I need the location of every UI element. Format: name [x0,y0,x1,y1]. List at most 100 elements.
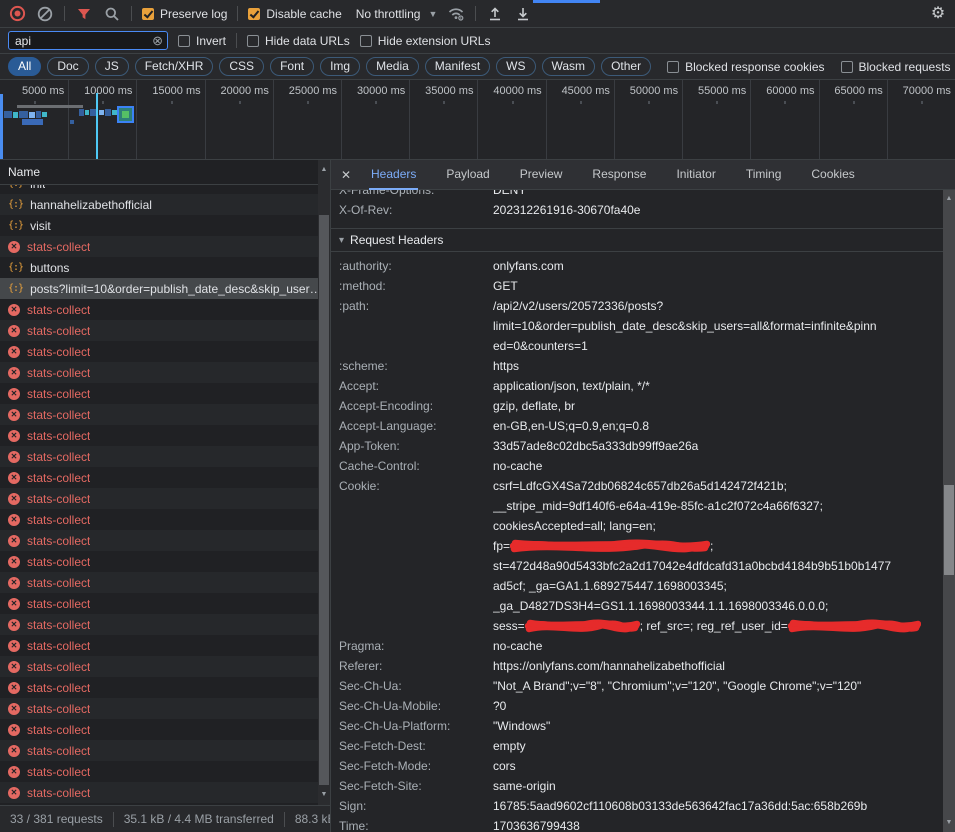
header-row: Referer:https://onlyfans.com/hannaheliza… [331,656,946,676]
tab-headers[interactable]: Headers [369,160,418,190]
request-name: stats-collect [27,723,90,737]
hide-extension-urls-checkbox[interactable] [360,35,372,47]
name-column-label: Name [8,165,40,179]
throttling-select[interactable]: No throttling ▼ [356,7,438,21]
blocked-requests-checkbox[interactable] [841,61,853,73]
request-name: buttons [30,261,69,275]
request-row[interactable]: ✕stats-collect [0,404,318,425]
scroll-up-icon[interactable]: ▲ [318,164,330,176]
settings-button[interactable]: ⚙ [929,5,947,23]
blocked-response-cookies-checkbox[interactable] [667,61,679,73]
request-row[interactable]: ✕stats-collect [0,341,318,362]
request-row[interactable]: ✕stats-collect [0,446,318,467]
request-name: stats-collect [27,639,90,653]
search-button[interactable] [103,5,121,23]
filter-chip-css[interactable]: CSS [219,57,264,76]
invert-checkbox[interactable] [178,35,190,47]
request-row[interactable]: ✕stats-collect [0,383,318,404]
export-har-button[interactable] [514,5,532,23]
request-row[interactable]: ✕stats-collect [0,530,318,551]
tab-timing[interactable]: Timing [744,160,784,190]
filter-chip-wasm[interactable]: Wasm [542,57,596,76]
section-title: Request Headers [350,233,443,247]
filter-chip-ws[interactable]: WS [496,57,535,76]
request-failed-icon: ✕ [8,493,20,505]
request-row[interactable]: ✕stats-collect [0,719,318,740]
request-row[interactable]: ✕stats-collect [0,656,318,677]
filter-chip-media[interactable]: Media [366,57,419,76]
filter-chip-img[interactable]: Img [320,57,360,76]
request-row[interactable]: {:}visit [0,215,318,236]
filter-chip-manifest[interactable]: Manifest [425,57,490,76]
tab-initiator[interactable]: Initiator [674,160,717,190]
name-column-header[interactable]: Name [0,160,330,185]
header-name: :authority: [331,256,493,276]
request-row[interactable]: ✕stats-collect [0,761,318,782]
hide-data-urls-checkbox[interactable] [247,35,259,47]
filter-chip-js[interactable]: JS [95,57,129,76]
disable-cache-checkbox[interactable] [248,8,260,20]
scroll-up-icon[interactable]: ▲ [943,193,955,205]
value-text: GET [493,279,518,293]
request-row[interactable]: {:}init [0,185,318,194]
timeline-gridline [273,80,274,159]
header-value-line: limit=10&order=publish_date_desc&skip_us… [493,316,946,336]
close-icon[interactable]: ✕ [331,168,361,182]
tab-cookies[interactable]: Cookies [809,160,856,190]
timeline-playhead[interactable] [96,93,98,160]
scroll-down-icon[interactable]: ▼ [943,817,955,829]
request-row[interactable]: ✕stats-collect [0,635,318,656]
tab-response[interactable]: Response [590,160,648,190]
preserve-log-checkbox[interactable] [142,8,154,20]
header-value: empty [493,736,946,756]
network-overview-timeline[interactable]: 5000 ms10000 ms15000 ms20000 ms25000 ms3… [0,80,955,160]
header-value-line: "Windows" [493,716,946,736]
filter-chip-other[interactable]: Other [601,57,651,76]
network-conditions-button[interactable] [447,5,465,23]
request-json-icon: {:} [8,185,23,189]
timeline-gridline [477,80,478,159]
filter-chip-fetch-xhr[interactable]: Fetch/XHR [135,57,214,76]
request-name: stats-collect [27,744,90,758]
timeline-minor-tick [239,101,241,104]
tab-preview[interactable]: Preview [518,160,565,190]
scroll-down-icon[interactable]: ▼ [318,789,330,801]
request-row[interactable]: {:}hannahelizabethofficial [0,194,318,215]
request-list-scrollbar[interactable]: ▲ ▼ [318,160,330,805]
clear-button[interactable] [36,5,54,23]
request-row[interactable]: ✕stats-collect [0,362,318,383]
value-text: cookiesAccepted=all; lang=en; [493,519,656,533]
record-button[interactable] [8,5,26,23]
tab-payload[interactable]: Payload [444,160,491,190]
request-row[interactable]: ✕stats-collect [0,698,318,719]
request-row[interactable]: ✕stats-collect [0,551,318,572]
request-row[interactable]: ✕stats-collect [0,740,318,761]
request-row[interactable]: ✕stats-collect [0,509,318,530]
request-row[interactable]: ✕stats-collect [0,467,318,488]
scrollbar-thumb[interactable] [319,215,329,785]
import-har-button[interactable] [486,5,504,23]
request-row[interactable]: ✕stats-collect [0,320,318,341]
filter-toggle-button[interactable] [75,5,93,23]
request-row[interactable]: ✕stats-collect [0,677,318,698]
request-name: stats-collect [27,534,90,548]
filter-chip-font[interactable]: Font [270,57,314,76]
request-row[interactable]: ✕stats-collect [0,488,318,509]
request-row[interactable]: {:}posts?limit=10&order=publish_date_des… [0,278,318,299]
upload-icon [487,5,503,22]
filter-input[interactable] [15,34,152,48]
request-row[interactable]: ✕stats-collect [0,425,318,446]
request-row[interactable]: {:}buttons [0,257,318,278]
filter-chip-all[interactable]: All [8,57,41,76]
scrollbar-thumb[interactable] [944,485,954,575]
request-row[interactable]: ✕stats-collect [0,572,318,593]
filter-chip-doc[interactable]: Doc [47,57,88,76]
details-scrollbar[interactable]: ▲ ▼ [943,190,955,832]
request-row[interactable]: ✕stats-collect [0,299,318,320]
clear-filter-icon[interactable]: ⊗ [152,34,163,47]
request-row[interactable]: ✕stats-collect [0,236,318,257]
request-row[interactable]: ✕stats-collect [0,782,318,803]
request-headers-section-header[interactable]: ▾ Request Headers [331,228,946,252]
request-row[interactable]: ✕stats-collect [0,614,318,635]
request-row[interactable]: ✕stats-collect [0,593,318,614]
